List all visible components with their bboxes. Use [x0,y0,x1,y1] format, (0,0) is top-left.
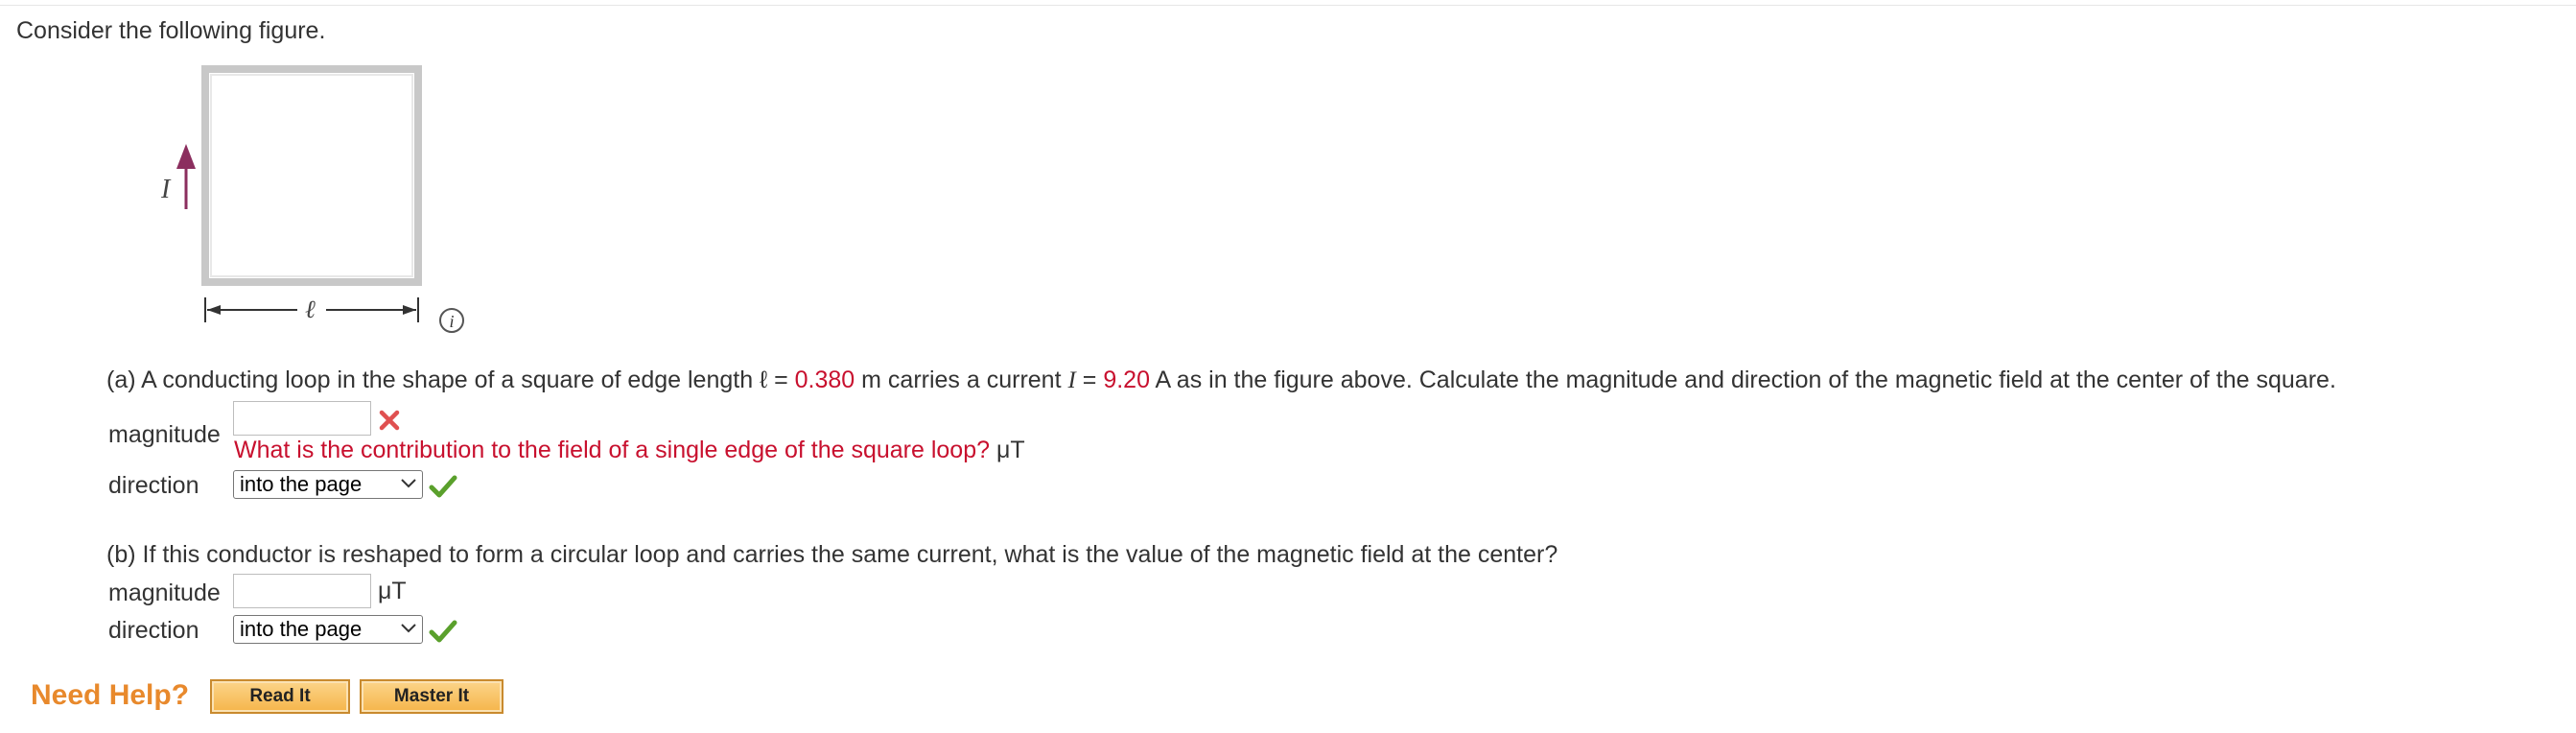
part-a-direction-label: direction [108,472,199,499]
edge-length-value: 0.380 [794,366,855,393]
part-a-question: (a) A conducting loop in the shape of a … [106,366,2336,393]
read-it-button[interactable]: Read It [210,679,350,714]
x-mark-icon [379,410,400,431]
chevron-down-icon [401,624,416,633]
check-mark-icon [429,620,457,643]
part-b-unit: μT [378,578,407,604]
part-b-direction-select[interactable]: into the page [233,615,423,644]
part-a-unit: μT [995,437,1025,463]
part-b-question: (b) If this conductor is reshaped to for… [106,541,1558,568]
part-b-direction-label: direction [108,617,199,644]
master-it-button[interactable]: Master It [360,679,503,714]
current-value: 9.20 [1103,366,1150,393]
intro-text: Consider the following figure. [16,17,326,44]
part-a-direction-select[interactable]: into the page [233,470,423,499]
current-arrow [176,144,196,209]
need-help-label: Need Help? [31,679,190,711]
length-label: ℓ [305,296,316,323]
check-mark-icon [429,475,457,498]
part-b-magnitude-label: magnitude [108,579,221,606]
current-label: I [160,175,172,204]
square-loop [201,65,422,286]
part-a-feedback: What is the contribution to the field of… [234,437,1025,463]
square-loop-figure: I ℓ [160,65,422,323]
part-b-magnitude-input[interactable] [233,574,371,608]
top-divider [0,0,2576,6]
part-a-magnitude-label: magnitude [108,421,221,448]
chevron-down-icon [401,479,416,488]
part-a-magnitude-input[interactable] [233,401,371,436]
info-icon[interactable]: i [438,307,465,334]
svg-text:i: i [449,312,454,331]
